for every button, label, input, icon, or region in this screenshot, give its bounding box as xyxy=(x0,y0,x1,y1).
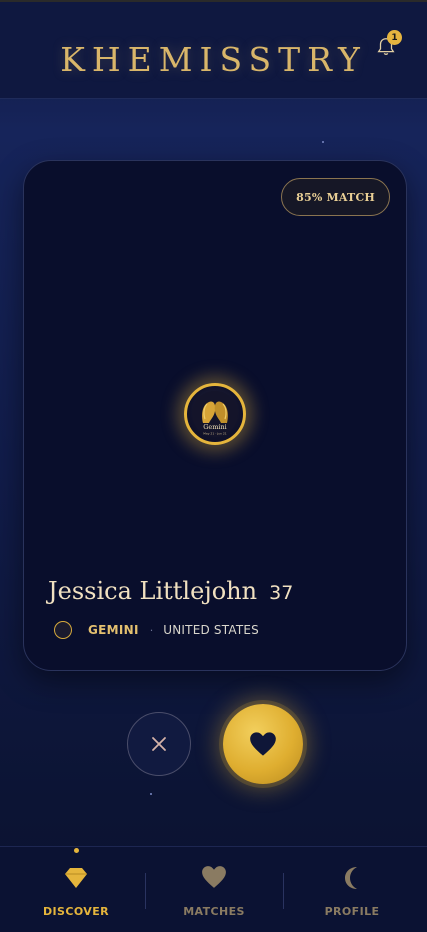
notification-badge: 1 xyxy=(387,30,402,45)
heart-icon xyxy=(202,866,226,888)
profile-card[interactable]: 85% MATCH Gemini May 21 - Jun 21 Jessica… xyxy=(23,160,407,671)
bottom-navigation: DISCOVER MATCHES PROFILE xyxy=(0,846,427,932)
star-decoration xyxy=(322,141,324,143)
profile-meta: GEMINI · UNITED STATES xyxy=(54,621,259,639)
emblem-dates: May 21 - Jun 21 xyxy=(203,432,227,436)
nav-discover[interactable]: DISCOVER xyxy=(5,847,147,932)
moon-icon xyxy=(345,867,357,889)
profile-age: 37 xyxy=(269,582,294,604)
like-button[interactable] xyxy=(223,704,303,784)
meta-separator: · xyxy=(149,623,154,637)
gemini-sign-emblem: Gemini May 21 - Jun 21 xyxy=(184,383,246,445)
match-badge: 85% MATCH xyxy=(281,178,390,216)
profile-country: UNITED STATES xyxy=(163,623,259,637)
gemini-icon: Gemini May 21 - Jun 21 xyxy=(192,391,238,437)
app-header: KHEMISSTRY xyxy=(0,2,427,99)
pass-button[interactable] xyxy=(127,712,191,776)
profile-name: Jessica Littlejohn xyxy=(48,577,258,605)
name-row: Jessica Littlejohn 37 xyxy=(48,577,293,605)
nav-profile[interactable]: PROFILE xyxy=(281,847,423,932)
nav-matches[interactable]: MATCHES xyxy=(143,847,285,932)
diamond-icon xyxy=(65,868,87,888)
nav-discover-label: DISCOVER xyxy=(43,905,109,918)
nav-matches-label: MATCHES xyxy=(183,905,245,918)
app-title: KHEMISSTRY xyxy=(60,40,367,79)
heart-icon xyxy=(250,732,276,756)
emblem-label: Gemini xyxy=(203,423,227,431)
close-icon xyxy=(152,737,166,751)
zodiac-sign: GEMINI xyxy=(88,623,139,637)
zodiac-icon xyxy=(54,621,72,639)
nav-profile-label: PROFILE xyxy=(324,905,380,918)
star-decoration xyxy=(150,793,152,795)
